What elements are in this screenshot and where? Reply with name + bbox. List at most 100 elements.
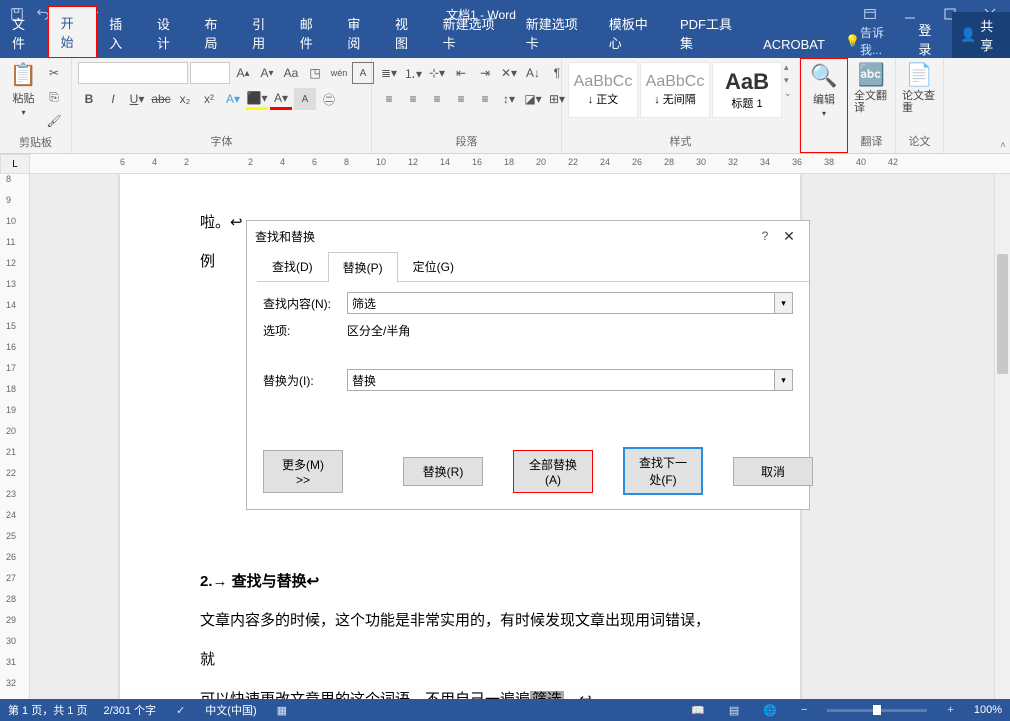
tab-newtab1[interactable]: 新建选项卡 [431, 8, 514, 58]
find-what-input[interactable] [347, 292, 775, 314]
text-direction-icon[interactable]: ✕▾ [498, 62, 520, 84]
status-lang[interactable]: 中文(中国) [205, 702, 256, 718]
translate-button[interactable]: 🔤 全文翻译 [854, 62, 889, 114]
more-button[interactable]: 更多(M) >> [263, 450, 343, 493]
status-page[interactable]: 第 1 页，共 1 页 [8, 702, 87, 718]
doc-para-2: 可以快速更改文章里的这个词语，不用自己一遍遍筛选。↩ [200, 680, 720, 699]
subscript-icon[interactable]: x₂ [174, 88, 196, 110]
char-shading-icon[interactable]: A [294, 88, 316, 110]
bold-icon[interactable]: B [78, 88, 100, 110]
sort-icon[interactable]: A↓ [522, 62, 544, 84]
tab-references[interactable]: 引用 [240, 8, 288, 58]
ruler-corner[interactable]: L [0, 154, 30, 174]
text-effects-icon[interactable]: A▾ [222, 88, 244, 110]
shrink-font-icon[interactable]: A▾ [256, 62, 278, 84]
tab-design[interactable]: 设计 [145, 8, 193, 58]
cut-icon[interactable]: ✂ [43, 62, 65, 84]
styles-gallery-scroll[interactable]: ▴▾⌄ [784, 62, 792, 99]
copy-icon[interactable]: ⎘ [43, 86, 65, 108]
tab-pdf[interactable]: PDF工具集 [668, 8, 751, 58]
distribute-icon[interactable]: ≡ [474, 88, 496, 110]
replace-with-input[interactable] [347, 369, 775, 391]
clear-format-icon[interactable]: ◳ [304, 62, 326, 84]
font-color-icon[interactable]: A▾ [270, 88, 292, 110]
char-border-icon[interactable]: A [352, 62, 374, 84]
tab-find[interactable]: 查找(D) [257, 251, 328, 281]
shading-icon[interactable]: ◪▾ [522, 88, 544, 110]
style-normal[interactable]: AaBbCc↓ 正文 [568, 62, 638, 118]
translate-group-label: 翻译 [854, 131, 889, 151]
underline-icon[interactable]: U▾ [126, 88, 148, 110]
spellcheck-icon[interactable]: ✓ [172, 704, 189, 717]
paste-button[interactable]: 📋 粘贴 ▾ [6, 62, 41, 117]
strike-icon[interactable]: abc [150, 88, 172, 110]
decrease-indent-icon[interactable]: ⇤ [450, 62, 472, 84]
ribbon-collapse-icon[interactable]: ˄ [1000, 140, 1006, 151]
grow-font-icon[interactable]: A▴ [232, 62, 254, 84]
ruler-vertical[interactable]: 8910111213141516171819202122232425262728… [0, 174, 30, 699]
replace-dropdown-icon[interactable]: ▾ [775, 369, 793, 391]
line-spacing-icon[interactable]: ↕▾ [498, 88, 520, 110]
dialog-titlebar[interactable]: 查找和替换 ? ✕ [247, 221, 809, 251]
tab-review[interactable]: 审阅 [335, 8, 383, 58]
font-family-combo[interactable] [78, 62, 188, 84]
login-link[interactable]: 登录 [908, 20, 952, 58]
share-button[interactable]: 👤 共享 [952, 12, 1010, 58]
multilevel-icon[interactable]: ⊹▾ [426, 62, 448, 84]
zoom-in-icon[interactable]: + [943, 704, 957, 716]
tab-home[interactable]: 开始 [48, 6, 98, 58]
tab-replace[interactable]: 替换(P) [328, 252, 398, 282]
align-right-icon[interactable]: ≡ [426, 88, 448, 110]
vertical-scrollbar[interactable] [994, 174, 1010, 699]
tab-view[interactable]: 视图 [383, 8, 431, 58]
font-group-label: 字体 [78, 131, 365, 151]
status-words[interactable]: 2/301 个字 [103, 702, 156, 718]
tab-insert[interactable]: 插入 [97, 8, 145, 58]
zoom-out-icon[interactable]: − [797, 704, 811, 716]
web-layout-icon[interactable]: 🌐 [759, 704, 781, 717]
align-center-icon[interactable]: ≡ [402, 88, 424, 110]
read-mode-icon[interactable]: 📖 [687, 704, 709, 717]
enclose-char-icon[interactable]: ㊁ [318, 88, 340, 110]
italic-icon[interactable]: I [102, 88, 124, 110]
phonetic-guide-icon[interactable]: wén [328, 62, 350, 84]
tab-goto[interactable]: 定位(G) [398, 251, 469, 281]
increase-indent-icon[interactable]: ⇥ [474, 62, 496, 84]
align-left-icon[interactable]: ≡ [378, 88, 400, 110]
tab-acrobat[interactable]: ACROBAT [751, 31, 837, 58]
tab-templates[interactable]: 模板中心 [597, 8, 668, 58]
tab-mail[interactable]: 邮件 [288, 8, 336, 58]
highlight-icon[interactable]: ⬛▾ [246, 88, 268, 110]
tab-newtab2[interactable]: 新建选项卡 [514, 8, 597, 58]
edit-button[interactable]: 🔍 编辑 ▾ [807, 63, 841, 118]
cancel-button[interactable]: 取消 [733, 457, 813, 486]
dialog-body: 查找内容(N): ▾ 选项: 区分全/半角 替换为(I): ▾ [247, 282, 809, 409]
bullets-icon[interactable]: ≣▾ [378, 62, 400, 84]
paragraph-group-label: 段落 [378, 131, 555, 151]
format-painter-icon[interactable]: 🖌 [43, 110, 65, 132]
replace-button[interactable]: 替换(R) [403, 457, 483, 486]
superscript-icon[interactable]: x² [198, 88, 220, 110]
font-size-combo[interactable] [190, 62, 230, 84]
style-nospacing[interactable]: AaBbCc↓ 无间隔 [640, 62, 710, 118]
ruler-horizontal[interactable]: 6422468101214161820222426283032343638404… [30, 154, 1010, 174]
change-case-icon[interactable]: Aa [280, 62, 302, 84]
dialog-close-icon[interactable]: ✕ [777, 228, 801, 245]
find-dropdown-icon[interactable]: ▾ [775, 292, 793, 314]
scrollbar-thumb[interactable] [997, 254, 1008, 374]
tell-me-search[interactable]: 💡 告诉我... [837, 24, 908, 58]
style-heading1[interactable]: AaB标题 1 [712, 62, 782, 118]
justify-icon[interactable]: ≡ [450, 88, 472, 110]
tab-layout[interactable]: 布局 [193, 8, 241, 58]
find-next-button[interactable]: 查找下一处(F) [623, 447, 703, 495]
help-icon[interactable]: ? [753, 229, 777, 243]
print-layout-icon[interactable]: ▤ [725, 704, 743, 717]
tab-file[interactable]: 文件 [0, 8, 48, 58]
macro-icon[interactable]: ▦ [273, 704, 291, 717]
zoom-slider[interactable] [827, 709, 927, 712]
paper-check-button[interactable]: 📄 论文查重 [902, 62, 937, 114]
numbering-icon[interactable]: ⒈▾ [402, 62, 424, 84]
zoom-knob[interactable] [873, 705, 881, 715]
zoom-value[interactable]: 100% [974, 704, 1002, 716]
replace-all-button[interactable]: 全部替换(A) [513, 450, 593, 493]
